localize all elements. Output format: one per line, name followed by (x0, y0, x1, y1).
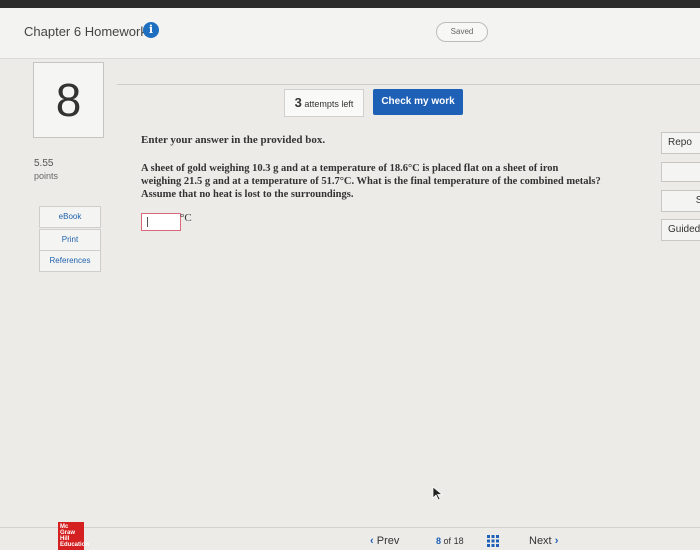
question-number: 8 (33, 62, 104, 138)
answer-prompt: Enter your answer in the provided box. (141, 134, 326, 146)
chevron-left-icon: ‹ (370, 535, 374, 547)
next-button[interactable]: Next › (529, 535, 558, 547)
solution-button[interactable]: So (661, 190, 700, 212)
answer-input[interactable] (141, 213, 181, 231)
answer-unit: °C (180, 212, 192, 224)
question-text: A sheet of gold weighing 10.3 g and at a… (141, 163, 601, 200)
total-pages: 18 (453, 536, 464, 546)
footer-divider (0, 527, 700, 528)
assignment-title: Chapter 6 Homework (24, 24, 147, 39)
mcgraw-hill-logo: Mc Graw Hill Education (58, 522, 90, 550)
page-indicator: 8 of 18 (436, 536, 464, 546)
attempts-count: 3 (294, 95, 302, 110)
question-grid-icon[interactable] (487, 535, 499, 547)
divider (117, 84, 700, 85)
header-bar: Chapter 6 Homework i Saved (0, 8, 700, 59)
mouse-cursor-icon (432, 486, 443, 501)
current-page: 8 (436, 536, 442, 546)
print-button[interactable]: Print (39, 229, 101, 251)
references-button[interactable]: References (39, 250, 101, 272)
text-caret (147, 217, 148, 227)
prev-label: Prev (376, 535, 400, 547)
prev-button[interactable]: ‹ Prev (370, 535, 399, 547)
points-value: 5.55 (34, 158, 54, 169)
guided-solution-button[interactable]: Guided (661, 219, 700, 241)
right-panel-blank-button[interactable] (661, 162, 700, 182)
attempts-left-indicator: 3 attempts left (284, 89, 364, 117)
saved-status-badge: Saved (436, 22, 488, 42)
next-label: Next (529, 535, 552, 547)
check-my-work-button[interactable]: Check my work (373, 89, 463, 115)
attempts-label: attempts left (304, 99, 354, 109)
chevron-right-icon: › (554, 535, 559, 547)
points-label: points (34, 171, 59, 181)
report-button[interactable]: Repo (661, 132, 700, 154)
ebook-button[interactable]: eBook (39, 206, 101, 228)
page-of-label: of (443, 536, 452, 546)
top-bar (0, 0, 700, 8)
info-icon[interactable]: i (143, 22, 159, 38)
